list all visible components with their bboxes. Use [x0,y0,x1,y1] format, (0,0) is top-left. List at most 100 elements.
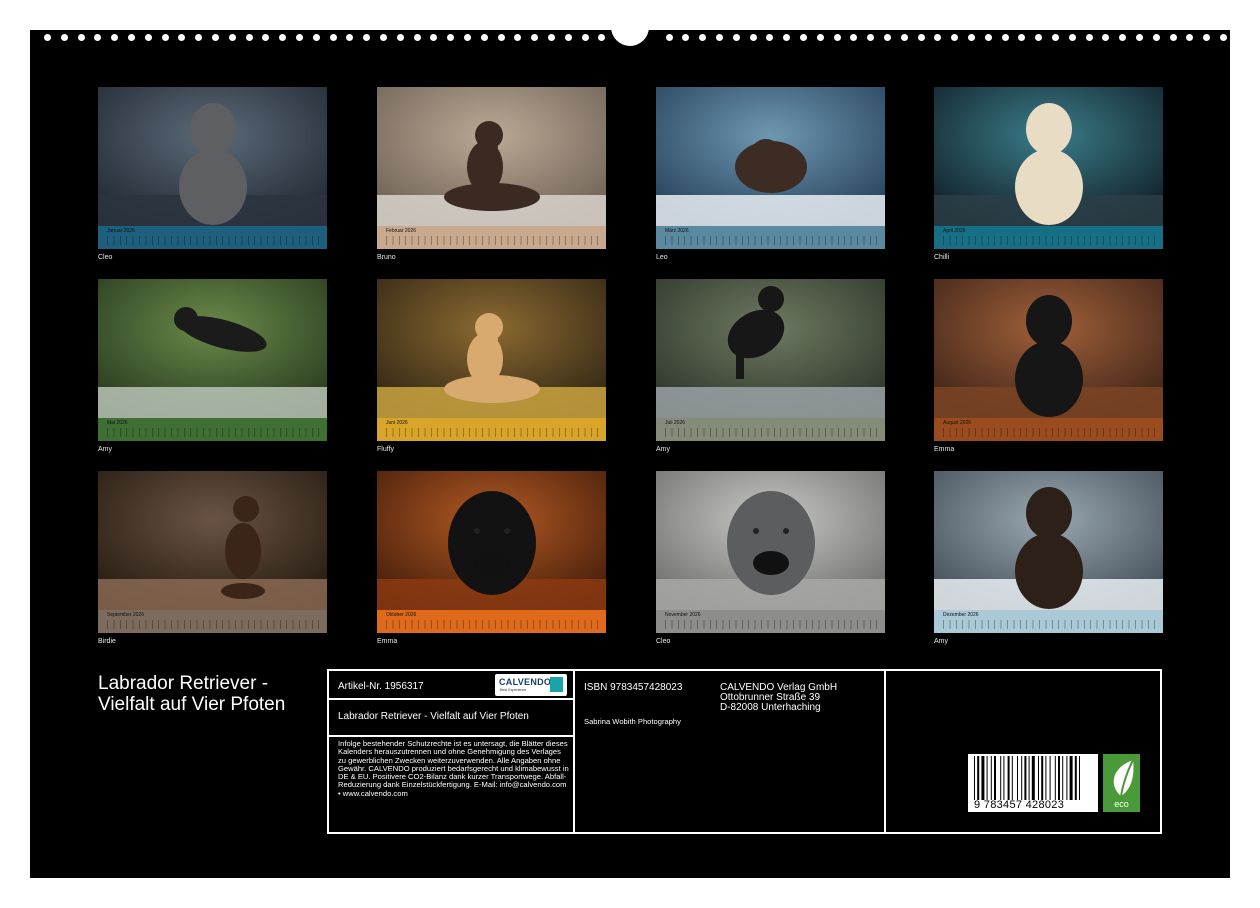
month-calendar-strip: August 2026 [934,418,1163,441]
binding-hole [783,34,791,41]
binding-hole [581,34,589,41]
binding-hole [413,34,421,41]
binding-hole [833,34,841,41]
month-name: Juli 2026 [665,420,686,426]
dog-photo [98,471,327,610]
month-calendar-strip: April 2026 [934,226,1163,249]
month-thumbnail: August 2026 Emma [934,279,1163,453]
binding-hole [346,34,354,41]
binding-hole [867,34,875,41]
binding-hole [44,34,51,41]
binding-hole [598,34,606,41]
dog-name-caption: Amy [934,638,948,645]
binding-hole [531,34,539,41]
binding-hole [396,34,404,41]
binding-hole [1220,34,1227,41]
binding-hole [60,34,68,41]
binding-hole [917,34,925,41]
binding-hole [447,34,455,41]
dog-photo [377,87,606,226]
binding-hole [850,34,858,41]
article-number: Artikel-Nr. 1956317 [338,681,424,692]
month-calendar-strip: September 2026 [98,610,327,633]
binding-hole [766,34,774,41]
dog-photo [934,471,1163,610]
month-name: März 2026 [665,228,689,234]
month-thumbnail: Juli 2026 Amy [656,279,885,453]
month-calendar-strip: Februar 2026 [377,226,606,249]
binding-hole [144,34,152,41]
binding-hole [195,34,203,41]
binding-hole [968,34,975,41]
binding-hole [1136,34,1143,41]
month-thumbnail: Juni 2026 Fluffy [377,279,606,453]
product-title: Labrador Retriever - Vielfalt auf Vier P… [338,711,529,722]
dog-name-caption: Emma [377,638,398,645]
binding-hole [732,34,740,41]
month-name: September 2026 [107,612,144,618]
month-calendar-strip: Oktober 2026 [377,610,606,633]
legal-notice: Infolge bestehender Schutzrechte ist es … [338,739,569,798]
dog-photo [934,279,1163,418]
month-name: Januar 2026 [107,228,135,234]
dog-photo [377,471,606,610]
binding-hole [497,34,505,41]
isbn: ISBN 9783457428023 [584,682,683,693]
month-calendar-strip: Dezember 2026 [934,610,1163,633]
binding-hole [380,34,387,41]
binding-hole [716,34,723,41]
binding-hole [1018,34,1026,41]
day-ticks [943,236,1157,245]
binding-hole [111,34,119,41]
month-calendar-strip: November 2026 [656,610,885,633]
product-info-box: Artikel-Nr. 1956317 CALVENDO Best Experi… [327,669,1162,834]
dog-name-caption: Chilli [934,254,950,261]
dog-name-caption: Leo [656,254,668,261]
binding-hole [699,34,707,41]
calvendo-logo: CALVENDO Best Experience [495,674,567,696]
binding-hole [884,34,891,41]
dog-name-caption: Bruno [377,254,396,261]
binding-hole [749,34,757,41]
binding-hole [430,34,438,41]
day-ticks [107,428,321,437]
binding-hole [934,34,942,41]
photographer: Sabrina Wobith Photography [584,717,681,726]
dog-name-caption: Emma [934,446,955,453]
dog-name-caption: Amy [98,446,112,453]
binding-hole [800,34,807,41]
binding-hole [1001,34,1009,41]
dog-name-caption: Fluffy [377,446,394,453]
dog-photo [656,471,885,610]
binding-hole [212,34,219,41]
month-name: Februar 2026 [386,228,417,234]
binding-hole [329,34,337,41]
calendar-title: Labrador Retriever - Vielfalt auf Vier P… [98,673,286,715]
binding-hole [1068,34,1076,41]
binding-hole [1052,34,1059,41]
dog-name-caption: Cleo [98,254,113,261]
month-thumbnail: Mai 2026 Amy [98,279,327,453]
dog-photo [656,279,885,418]
month-name: April 2026 [943,228,966,234]
eco-leaf-icon: eco [1103,754,1140,812]
month-calendar-strip: Januar 2026 [98,226,327,249]
dog-name-caption: Cleo [656,638,671,645]
dog-photo [656,87,885,226]
publisher-city: D-82008 Unterhaching [720,702,821,713]
barcode: 9 783457 428023 [968,754,1098,812]
dog-name-caption: Birdie [98,638,116,645]
binding-hole [228,34,236,41]
dog-photo [377,279,606,418]
binding-hole [464,34,471,41]
day-ticks [386,428,600,437]
binding-hole [682,34,690,41]
day-ticks [107,620,321,629]
binding-hole [665,34,673,41]
month-name: Oktober 2026 [386,612,417,618]
day-ticks [665,236,879,245]
day-ticks [943,620,1157,629]
binding-hole [363,34,371,41]
day-ticks [386,236,600,245]
month-name: Juni 2026 [386,420,408,426]
